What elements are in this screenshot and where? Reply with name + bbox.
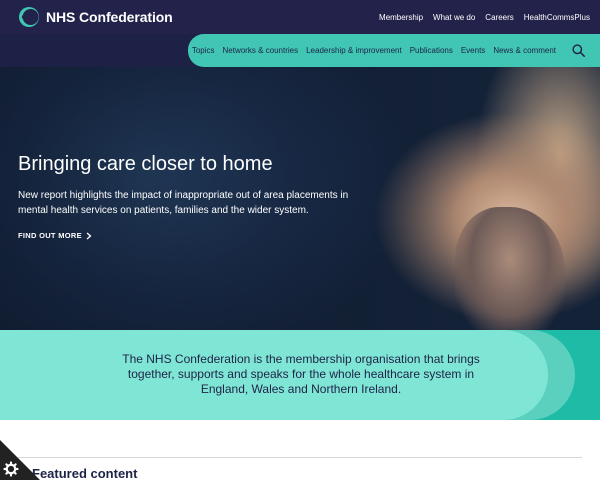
chevron-right-icon — [86, 232, 92, 239]
search-icon — [571, 44, 585, 57]
find-out-more-label: FIND OUT MORE — [18, 231, 82, 240]
hero-title: Bringing care closer to home — [18, 153, 273, 175]
nav-what-we-do[interactable]: What we do — [433, 13, 475, 22]
nhs-confed-ring-logo-icon — [19, 7, 39, 27]
hero-banner: Bringing care closer to home New report … — [0, 67, 600, 330]
featured-content-heading: Featured content — [32, 466, 138, 480]
gear-icon — [0, 440, 40, 480]
site-logo[interactable]: NHS Confederation — [18, 6, 173, 28]
mission-band: The NHS Confederation is the membership … — [0, 330, 600, 420]
main-nav-bar: Topics Networks & countries Leadership &… — [0, 34, 600, 67]
search-button[interactable] — [570, 43, 586, 59]
nav-news-comment[interactable]: News & comment — [493, 46, 556, 55]
nav-networks-countries[interactable]: Networks & countries — [223, 46, 299, 55]
nav-topics[interactable]: Topics — [192, 46, 215, 55]
hero-description: New report highlights the impact of inap… — [18, 190, 349, 216]
utility-nav: Membership What we do Careers HealthComm… — [379, 0, 590, 34]
nav-publications[interactable]: Publications — [410, 46, 453, 55]
nav-events[interactable]: Events — [461, 46, 485, 55]
nav-membership[interactable]: Membership — [379, 13, 423, 22]
nav-healthcommsplus[interactable]: HealthCommsPlus — [524, 13, 590, 22]
featured-divider — [18, 457, 582, 458]
mission-statement: The NHS Confederation is the membership … — [122, 352, 480, 396]
find-out-more-link[interactable]: FIND OUT MORE — [18, 231, 92, 240]
brand-name: NHS Confederation — [46, 9, 173, 25]
nav-leadership-improvement[interactable]: Leadership & improvement — [306, 46, 402, 55]
nav-careers[interactable]: Careers — [485, 13, 513, 22]
cookie-settings-button[interactable] — [0, 440, 40, 480]
main-nav: Topics Networks & countries Leadership &… — [188, 34, 600, 67]
top-bar: NHS Confederation Membership What we do … — [0, 0, 600, 34]
